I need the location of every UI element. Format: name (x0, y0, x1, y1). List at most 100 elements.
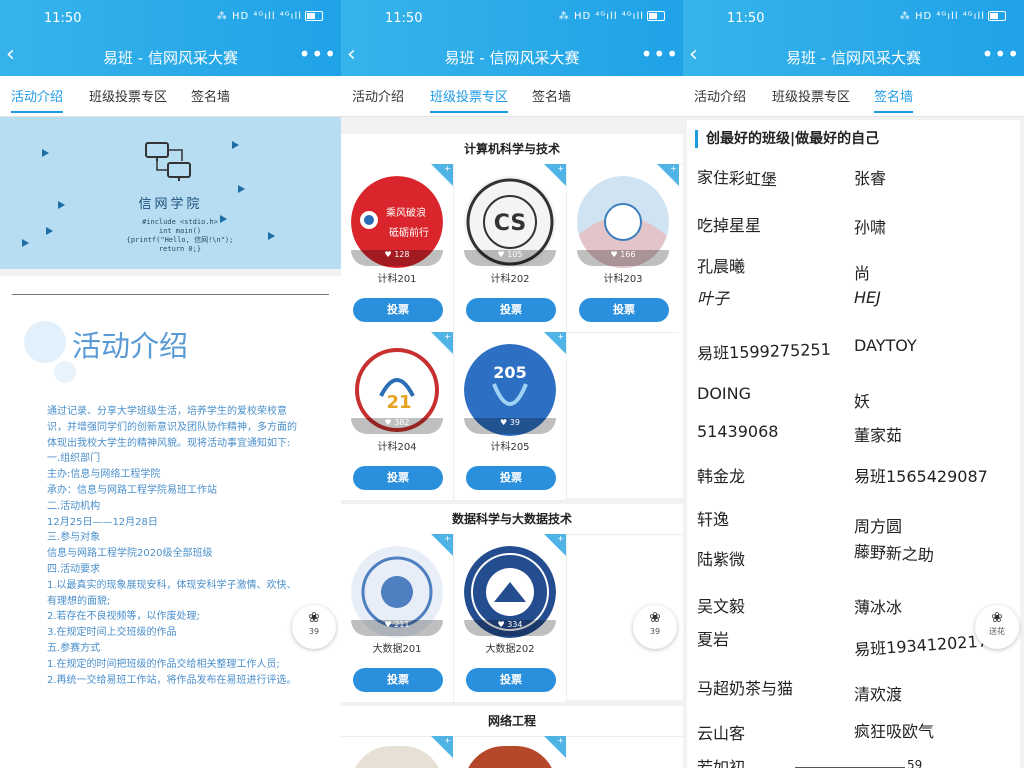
class-name: 计科201 (377, 274, 417, 285)
signal-icons: ⁂ HD ⁴ᴳıll ⁴ᴳıll (216, 11, 302, 22)
signature: 51439068 (697, 422, 779, 441)
intro-line: 1.在规定的时间把班级的作品交给相关整理工作人员; (47, 658, 280, 670)
section-data-science: 数据科学与大数据技术 ♥ 211 大数据201 投票 (341, 504, 683, 703)
corner-badge (544, 736, 566, 758)
flower-count: 39 (308, 627, 320, 636)
class-card (341, 736, 453, 768)
decor-triangle (22, 239, 29, 247)
signature: 吴文毅 (697, 597, 746, 616)
tab-signature-wall[interactable]: 签名墙 (532, 86, 571, 105)
class-card: ♥ 166 计科203 投票 (567, 164, 679, 333)
send-flower-button[interactable]: ❀ 送花 (975, 605, 1019, 649)
tab-class-voting[interactable]: 班级投票专区 (89, 86, 167, 105)
status-icons: ⁂ HD ⁴ᴳıll ⁴ᴳıll (559, 11, 665, 22)
corner-badge (657, 164, 679, 186)
tab-signature-wall[interactable]: 签名墙 (874, 86, 914, 113)
vote-button[interactable]: 投票 (353, 298, 443, 322)
vote-count-value: 211 (394, 620, 410, 629)
tab-class-voting[interactable]: 班级投票专区 (772, 86, 850, 105)
emblem-label: 205 (493, 363, 526, 382)
more-menu-icon[interactable]: ••• (982, 42, 1020, 66)
signature: 59 (907, 758, 923, 768)
signature: HEJ (854, 288, 881, 307)
vote-button[interactable]: 投票 (353, 668, 443, 692)
signature: 张睿 (854, 169, 887, 188)
class-card: 乘风破浪 砥砺前行 ♥ 128 计科201 投票 (341, 164, 454, 333)
vote-count: ♥ 39 (464, 418, 556, 434)
intro-line: 3.在规定时间上交班级的作品 (47, 627, 177, 639)
decor-triangle (238, 185, 245, 193)
banner-image: 信网学院 #include <stdio.h> int main() {prin… (0, 117, 341, 269)
page-title: 易班 - 信网风采大赛 (103, 49, 238, 67)
signature: 马超奶茶与猫 (697, 679, 794, 698)
flower-icon: ❀ (308, 610, 320, 626)
code-snippet: #include <stdio.h> int main() {printf("H… (126, 218, 234, 253)
wall-heading: 创最好的班级|做最好的自己 (695, 130, 879, 148)
intro-content: 活动介绍 通过记录、分享大学班级生活，培养学生的爱校荣校意识，并增强同学们的创新… (0, 276, 341, 768)
signature: 云山客 (697, 724, 746, 743)
intro-line: 2.再统一交给易班工作站，将作品发布在易班进行评选。 (47, 674, 297, 686)
battery-icon (647, 11, 665, 21)
title-bar: ‹ 易班 - 信网风采大赛 ••• (0, 36, 341, 76)
corner-badge (544, 332, 566, 354)
intro-line: 三.参与对象 (47, 532, 101, 544)
signature: DAYTOY (854, 336, 917, 355)
vote-count: ♥ 334 (464, 620, 556, 636)
vote-count: ♥ 382 (351, 418, 443, 434)
vote-count-value: 39 (509, 418, 520, 427)
corner-badge (544, 534, 566, 556)
more-menu-icon[interactable]: ••• (641, 42, 679, 66)
vote-button[interactable]: 投票 (466, 668, 556, 692)
intro-line: 通过记录、分享大学班级生活，培养学生的爱校荣校意识，并增强同学们的创新意识及团队… (47, 406, 297, 449)
tab-activity-intro[interactable]: 活动介绍 (694, 86, 746, 105)
svg-text:砥砺前行: 砥砺前行 (389, 226, 429, 239)
signature: 陆紫微 (697, 550, 746, 569)
class-card: 205 ♥ 39 计科205 投票 (454, 332, 567, 501)
vote-button[interactable]: 投票 (579, 298, 669, 322)
signature: 薄冰冰 (854, 598, 903, 617)
vote-count: ♥ 166 (577, 250, 669, 266)
class-name: 计科203 (603, 274, 643, 285)
class-card: CS ♥ 105 计科202 投票 (454, 164, 567, 333)
title-bar: ‹ 易班 - 信网风采大赛 ••• (683, 36, 1024, 76)
section-title: 数据科学与大数据技术 (341, 504, 683, 535)
panel-class-voting: 11:50 ⁂ HD ⁴ᴳıll ⁴ᴳıll ‹ 易班 - 信网风采大赛 •••… (341, 0, 683, 768)
vote-button[interactable]: 投票 (466, 466, 556, 490)
signature: 孔晨曦 (697, 257, 746, 276)
intro-body: 通过记录、分享大学班级生活，培养学生的爱校荣校意识，并增强同学们的创新意识及团队… (47, 404, 297, 688)
corner-badge (431, 332, 453, 354)
tab-signature-wall[interactable]: 签名墙 (191, 86, 230, 105)
svg-text:CS: CS (494, 211, 526, 236)
signature: 疯狂吸欧气 (854, 722, 935, 741)
status-bar: 11:50 ⁂ HD ⁴ᴳıll ⁴ᴳıll (341, 0, 683, 36)
school-name: 信网学院 (138, 197, 203, 212)
send-flower-button[interactable]: ❀ 39 (633, 605, 677, 649)
network-computers-icon (145, 142, 191, 181)
class-name: 大数据201 (372, 644, 422, 655)
decor-triangle (42, 149, 49, 157)
decor-circle (24, 321, 66, 363)
status-icons: ⁂ HD ⁴ᴳıll ⁴ᴳıll (217, 11, 323, 22)
tab-activity-intro[interactable]: 活动介绍 (352, 86, 404, 105)
vote-count: ♥ 105 (464, 250, 556, 266)
signature: 董家茹 (854, 426, 903, 445)
intro-line: 五.参赛方式 (47, 642, 101, 654)
intro-heading: 活动介绍 (72, 329, 189, 363)
title-bar: ‹ 易班 - 信网风采大赛 ••• (341, 36, 683, 76)
vote-count-value: 128 (394, 250, 410, 259)
vote-count-value: 105 (507, 250, 523, 259)
corner-badge (544, 164, 566, 186)
signature: 韩金龙 (697, 467, 746, 486)
tab-bar: 活动介绍 班级投票专区 签名墙 (0, 76, 341, 117)
battery-icon (988, 11, 1006, 21)
tab-class-voting[interactable]: 班级投票专区 (430, 86, 509, 113)
signature: DOING (697, 384, 751, 403)
signature: 轩逸 (697, 510, 730, 529)
signal-icons: ⁂ HD ⁴ᴳıll ⁴ᴳıll (558, 11, 644, 22)
send-flower-button[interactable]: ❀ 39 (292, 605, 336, 649)
more-menu-icon[interactable]: ••• (299, 42, 337, 66)
vote-button[interactable]: 投票 (466, 298, 556, 322)
tab-activity-intro[interactable]: 活动介绍 (11, 86, 64, 113)
signature: 藤野新之助 (853, 541, 935, 566)
vote-button[interactable]: 投票 (353, 466, 443, 490)
